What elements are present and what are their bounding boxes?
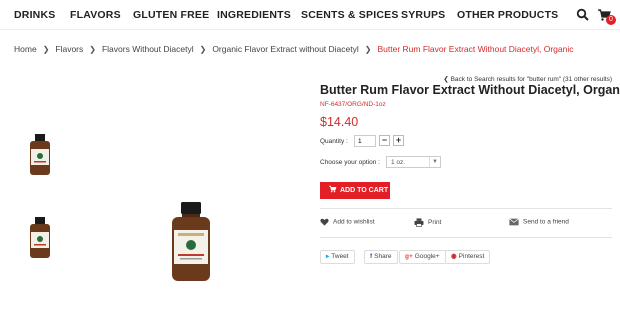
tweet-button[interactable]: ▸ Tweet (320, 250, 355, 264)
add-to-cart-label: ADD TO CART (340, 187, 389, 194)
wishlist-label: Add to wishlist (333, 218, 375, 226)
google-plus-button[interactable]: g+ Google+ (399, 250, 446, 264)
chevron-right-icon: ❯ (199, 45, 207, 54)
print-icon (414, 218, 424, 227)
cart-count-badge: 0 (606, 15, 616, 25)
nav-ingredients[interactable]: INGREDIENTS (217, 9, 291, 21)
facebook-share-label: Share (374, 253, 392, 260)
nav-flavors[interactable]: FLAVORS (70, 9, 121, 21)
quantity-increase-button[interactable]: + (393, 135, 404, 146)
pinterest-button[interactable]: ◉ Pinterest (445, 250, 491, 264)
breadcrumb: Home ❯ Flavors ❯ Flavors Without Diacetyl ❯ Or… (14, 44, 574, 54)
divider (320, 208, 612, 209)
product-sku: NF-6437/ORG/ND-1oz (320, 101, 386, 108)
google-plus-label: Google+ (414, 253, 440, 260)
cart-icon (329, 185, 337, 193)
product-title: Butter Rum Flavor Extract Without Diacet… (320, 83, 620, 97)
search-icon[interactable] (576, 8, 590, 22)
chevron-down-icon: ▼ (429, 157, 440, 167)
quantity-input[interactable] (354, 135, 376, 147)
breadcrumb-current: Butter Rum Flavor Extract Without Diacet… (377, 44, 574, 54)
pinterest-icon: ◉ (451, 253, 457, 260)
top-navigation: DRINKS FLAVORS GLUTEN FREE INGREDIENTS S… (0, 0, 620, 30)
nav-gluten-free[interactable]: GLUTEN FREE (133, 9, 209, 21)
add-to-cart-button[interactable]: ADD TO CART (320, 182, 390, 199)
divider (320, 237, 612, 238)
add-to-wishlist-link[interactable]: Add to wishlist (320, 218, 375, 226)
facebook-icon: f (370, 253, 373, 260)
back-to-search-link[interactable]: ❮ Back to Search results for "butter rum… (443, 75, 612, 83)
chevron-right-icon: ❯ (364, 45, 372, 54)
facebook-share-button[interactable]: f Share (364, 250, 398, 264)
option-label: Choose your option : (320, 159, 380, 166)
print-link[interactable]: Print (414, 218, 441, 227)
pinterest-label: Pinterest (458, 253, 485, 260)
quantity-decrease-button[interactable]: − (379, 135, 390, 146)
product-main-image (172, 202, 210, 281)
breadcrumb-flavors[interactable]: Flavors (55, 44, 83, 54)
product-price: $14.40 (320, 115, 359, 129)
breadcrumb-home[interactable]: Home (14, 44, 37, 54)
breadcrumb-flavors-without-diacetyl[interactable]: Flavors Without Diacetyl (102, 44, 194, 54)
breadcrumb-organic-flavor-extract[interactable]: Organic Flavor Extract without Diacetyl (212, 44, 358, 54)
chevron-right-icon: ❯ (89, 45, 96, 54)
google-plus-icon: g+ (405, 253, 413, 260)
chevron-right-icon: ❯ (42, 45, 50, 54)
product-thumbnail-1[interactable] (18, 130, 62, 182)
send-to-friend-label: Send to a friend (523, 218, 569, 226)
option-select[interactable]: 1 oz. ▼ (386, 156, 441, 168)
nav-scents-spices[interactable]: SCENTS & SPICES (301, 9, 399, 21)
print-label: Print (428, 219, 442, 227)
nav-syrups[interactable]: SYRUPS (401, 9, 445, 21)
nav-other-products[interactable]: OTHER PRODUCTS (457, 9, 558, 21)
quantity-label: Quantity : (320, 138, 348, 145)
tweet-label: Tweet (331, 253, 349, 260)
envelope-icon (509, 218, 519, 226)
chevron-left-icon: ❮ (443, 76, 451, 83)
nav-drinks[interactable]: DRINKS (14, 9, 55, 21)
option-selected-value: 1 oz. (391, 159, 406, 166)
send-to-friend-link[interactable]: Send to a friend (509, 218, 569, 226)
product-thumbnail-2[interactable] (18, 213, 62, 265)
twitter-icon: ▸ (326, 253, 330, 260)
back-to-search-text: Back to Search results for "butter rum" … (450, 76, 612, 83)
heart-icon (320, 218, 329, 226)
